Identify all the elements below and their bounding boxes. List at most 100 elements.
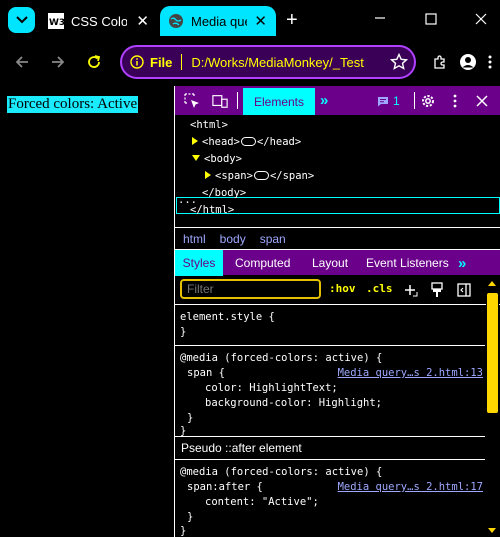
profile-avatar[interactable]: [458, 52, 478, 72]
scroll-down-arrow-icon[interactable]: [488, 528, 496, 533]
scrollbar-thumb[interactable]: [487, 293, 498, 413]
tag-text: </span>: [269, 170, 315, 182]
dom-node-head[interactable]: <head> </head>: [192, 134, 301, 151]
dom-node-span[interactable]: <span> </span>: [205, 168, 314, 185]
source-link[interactable]: Media query…s 2.html:17: [338, 480, 483, 495]
url-text: D:/Works/MediaMonkey/_Test: [191, 54, 364, 70]
forced-colors-text: Forced colors: Active: [7, 96, 139, 113]
tab-title: CSS Colors: [71, 13, 127, 29]
collapsed-content-icon[interactable]: [240, 137, 256, 146]
inspect-element-icon[interactable]: [184, 93, 200, 109]
dom-node-body[interactable]: <body>: [192, 151, 242, 168]
sidebar-tabs: Styles Computed Layout Event Listeners »: [175, 249, 500, 276]
divider: [237, 92, 238, 109]
tab-css-colors[interactable]: W3 CSS Colors ✕: [40, 6, 158, 36]
close-tab-icon[interactable]: ✕: [136, 14, 149, 29]
declaration-color[interactable]: color: HighlightText;: [205, 381, 338, 396]
tag-text: <head>: [202, 136, 240, 148]
new-tab-icon[interactable]: +: [286, 10, 298, 30]
tab-strip: W3 CSS Colors ✕ Media queries ✕ +: [0, 0, 500, 40]
declaration-content[interactable]: content: "Active";: [205, 495, 319, 510]
more-tabs-icon[interactable]: »: [458, 250, 466, 276]
tag-text: </head>: [256, 136, 302, 148]
add-rule-icon[interactable]: [403, 283, 419, 299]
hover-state-toggle[interactable]: :hov: [329, 282, 356, 295]
issues-button[interactable]: 1: [377, 94, 400, 108]
expand-triangle-icon[interactable]: [205, 171, 211, 179]
back-arrow-icon[interactable]: [12, 52, 32, 72]
collapse-triangle-icon[interactable]: [192, 155, 200, 161]
info-icon: [130, 55, 144, 69]
reload-icon[interactable]: [84, 52, 104, 72]
page-viewport: Forced colors: Active: [0, 86, 174, 537]
tab-event-listeners[interactable]: Event Listeners: [366, 250, 449, 276]
address-bar[interactable]: File D:/Works/MediaMonkey/_Test: [120, 45, 416, 79]
class-toggle[interactable]: .cls: [366, 282, 393, 295]
rule-selector[interactable]: span {: [187, 366, 225, 381]
dom-node-html[interactable]: <html>: [190, 117, 228, 134]
rule-close-brace: }: [180, 326, 187, 338]
media-close-brace: }: [180, 525, 187, 537]
source-link[interactable]: Media query…s 2.html:13: [338, 366, 483, 381]
devtools-panel: Elements » 1 <html> <head> </head> <body…: [174, 86, 500, 537]
expand-triangle-icon[interactable]: [192, 137, 198, 145]
breadcrumb: html body span: [175, 227, 500, 249]
divider: [414, 92, 415, 109]
tab-computed[interactable]: Computed: [235, 250, 290, 276]
rule-close-brace: }: [187, 412, 194, 424]
tag-text: <html>: [190, 119, 228, 131]
declaration-background[interactable]: background-color: Highlight;: [205, 396, 382, 411]
breadcrumb-body[interactable]: body: [220, 232, 246, 246]
browser-menu-icon[interactable]: [480, 52, 500, 72]
forward-arrow-icon[interactable]: [48, 52, 68, 72]
scheme-label: File: [150, 54, 173, 70]
tab-elements[interactable]: Elements: [243, 88, 315, 115]
site-info-button[interactable]: File: [130, 55, 172, 70]
tab-layout[interactable]: Layout: [312, 250, 348, 276]
browser-toolbar: File D:/Works/MediaMonkey/_Test: [0, 40, 500, 86]
tag-text: <span>: [215, 170, 253, 182]
tab-title: Media queries: [191, 13, 247, 29]
media-query-text: @media (forced-colors: active) {: [180, 466, 383, 478]
close-tab-icon[interactable]: ✕: [254, 14, 267, 29]
maximize-icon[interactable]: [425, 13, 437, 25]
dom-tree: <html> <head> </head> <body> ··· <span> </…: [175, 115, 500, 230]
pseudo-element-header: Pseudo ::after element: [175, 437, 485, 460]
media-rule-span: @media (forced-colors: active) { span { …: [175, 346, 485, 437]
w3schools-favicon: W3: [48, 13, 64, 29]
device-toolbar-icon[interactable]: [212, 93, 228, 109]
rule-close-brace: }: [187, 511, 194, 523]
breadcrumb-span[interactable]: span: [260, 232, 286, 246]
rule-selector[interactable]: element.style {: [180, 310, 275, 325]
tag-text: </html>: [190, 204, 235, 216]
minimize-icon[interactable]: [374, 16, 386, 20]
divider: [181, 54, 183, 70]
tab-search-button[interactable]: [8, 7, 35, 33]
tag-text: </body>: [202, 187, 247, 199]
message-icon: [378, 96, 388, 106]
styles-scrollbar[interactable]: [486, 281, 499, 537]
paint-brush-icon[interactable]: [430, 282, 444, 298]
extensions-icon[interactable]: [430, 52, 450, 72]
bookmark-star-icon[interactable]: [390, 53, 408, 71]
more-tabs-icon[interactable]: »: [320, 92, 328, 109]
chevron-down-icon: [15, 16, 28, 24]
devtools-menu-icon[interactable]: [447, 93, 463, 109]
toggle-sidebar-icon[interactable]: [457, 283, 471, 297]
breadcrumb-html[interactable]: html: [183, 232, 206, 246]
dom-node-body-close[interactable]: </body>: [202, 185, 246, 202]
filter-input[interactable]: [180, 279, 321, 299]
dom-node-html-close[interactable]: </html>: [190, 202, 234, 219]
tab-styles[interactable]: Styles: [175, 250, 223, 276]
collapsed-content-icon[interactable]: [253, 171, 269, 180]
settings-gear-icon[interactable]: [420, 93, 436, 109]
rule-selector[interactable]: span:after {: [187, 480, 263, 495]
close-devtools-icon[interactable]: [474, 93, 490, 109]
close-window-icon[interactable]: [475, 13, 487, 25]
media-rule-span-after: @media (forced-colors: active) { span:af…: [175, 460, 485, 537]
media-query-text: @media (forced-colors: active) {: [180, 352, 383, 364]
scroll-up-arrow-icon[interactable]: [488, 281, 496, 286]
tag-text: <body>: [204, 153, 242, 165]
devtools-toolbar: Elements » 1: [175, 86, 500, 115]
tab-media-queries[interactable]: Media queries ✕: [160, 6, 276, 36]
